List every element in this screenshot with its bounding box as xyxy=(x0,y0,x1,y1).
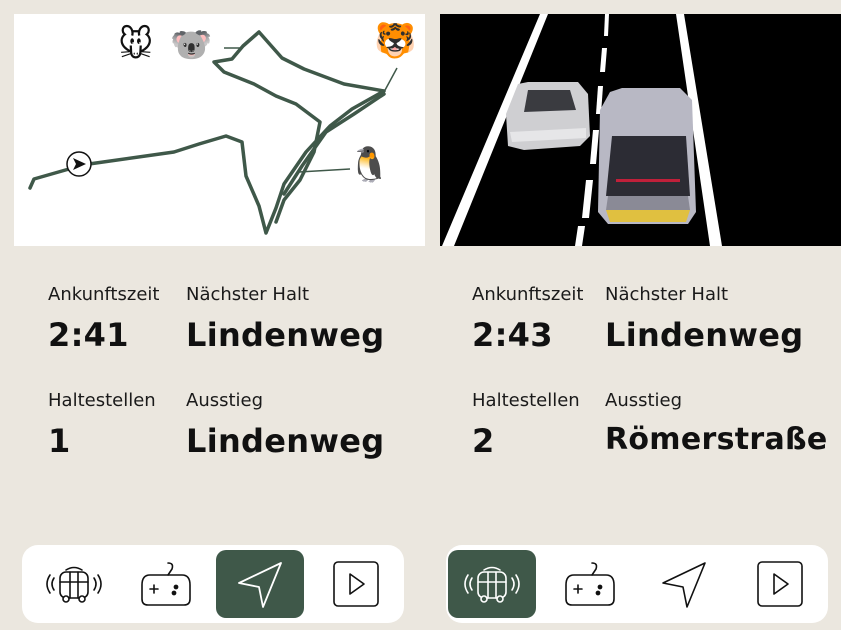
next-stop-value: Lindenweg xyxy=(186,316,385,354)
next-stop-value: Lindenweg xyxy=(605,316,804,354)
camera-view-svg xyxy=(442,14,722,246)
play-icon xyxy=(333,561,379,607)
gamepad-button[interactable] xyxy=(546,550,634,618)
route-map-svg xyxy=(28,30,398,235)
mouse-icon: 🐭 xyxy=(118,25,154,65)
vehicle-icon xyxy=(464,566,520,603)
vehicle-button[interactable] xyxy=(448,550,536,618)
stops-label: Haltestellen xyxy=(48,390,156,411)
play-button[interactable] xyxy=(312,550,400,618)
exit-label: Ausstieg xyxy=(186,390,264,411)
navigation-icon xyxy=(662,562,706,608)
left-nav-bar xyxy=(22,545,404,623)
gamepad-icon xyxy=(565,562,615,606)
tiger-pointer xyxy=(383,67,398,93)
next-stop-label: Nächster Halt xyxy=(186,284,310,305)
stops-value: 2 xyxy=(472,422,495,460)
vehicle-button[interactable] xyxy=(30,550,118,618)
play-icon xyxy=(757,561,803,607)
arrival-value: 2:43 xyxy=(472,316,553,354)
navigation-button[interactable] xyxy=(640,550,728,618)
exit-value: Lindenweg xyxy=(186,422,385,460)
stops-value: 1 xyxy=(48,422,71,460)
gamepad-icon xyxy=(141,562,191,606)
right-nav-bar xyxy=(446,545,828,623)
play-button[interactable] xyxy=(736,550,824,618)
route-map[interactable]: 🐭 🐨 🐯 🐧 xyxy=(14,14,425,246)
navigation-icon xyxy=(238,562,282,608)
navigation-button[interactable] xyxy=(216,550,304,618)
arrival-label: Ankunftszeit xyxy=(48,284,160,305)
arrival-label: Ankunftszeit xyxy=(472,284,584,305)
exit-label: Ausstieg xyxy=(605,390,683,411)
exit-value: Römerstraße xyxy=(605,422,828,457)
shuttle-vehicle xyxy=(598,88,696,224)
tiger-icon: 🐯 xyxy=(374,21,417,61)
start-marker-icon xyxy=(66,151,92,177)
next-stop-label: Nächster Halt xyxy=(605,284,729,305)
penguin-icon: 🐧 xyxy=(348,145,391,185)
arrival-value: 2:41 xyxy=(48,316,129,354)
white-car xyxy=(506,82,590,150)
camera-view xyxy=(440,14,841,246)
vehicle-icon xyxy=(46,566,102,603)
gamepad-button[interactable] xyxy=(122,550,210,618)
stops-label: Haltestellen xyxy=(472,390,580,411)
koala-icon: 🐨 xyxy=(170,25,213,65)
